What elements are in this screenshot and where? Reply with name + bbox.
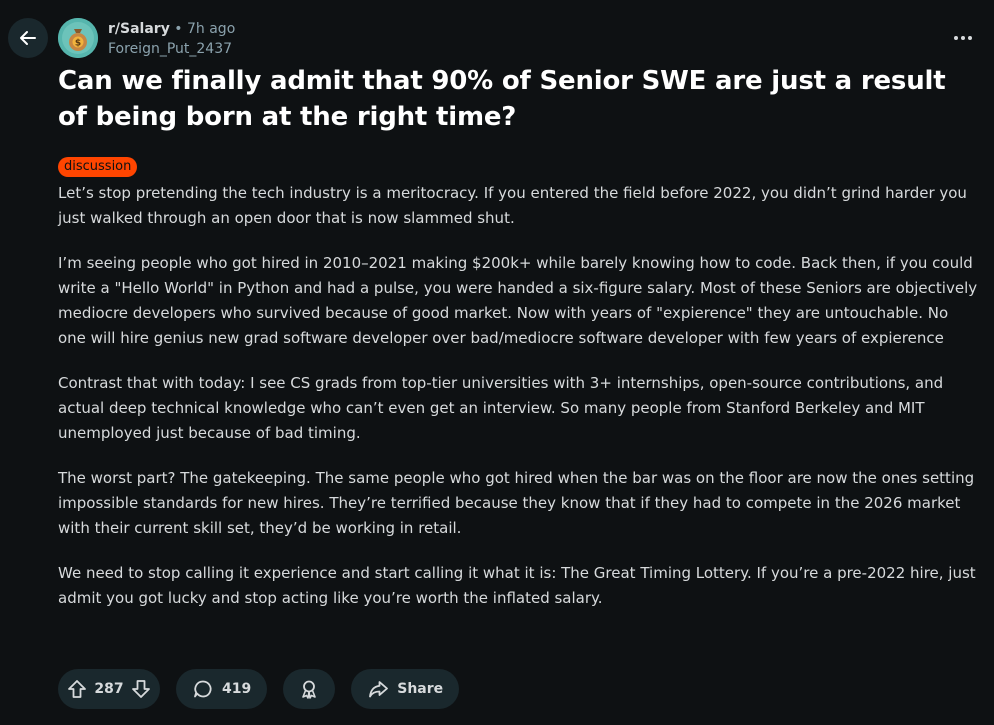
share-arrow-icon [369, 681, 389, 698]
subreddit-name[interactable]: r/Salary [108, 21, 170, 37]
post-actions: 287 419 Share [58, 669, 460, 709]
post-flair[interactable]: discussion [58, 157, 138, 177]
svg-text:$: $ [75, 39, 81, 49]
vote-count: 287 [94, 681, 124, 697]
downvote-button[interactable] [130, 678, 152, 700]
post-paragraph: We need to stop calling it experience an… [58, 564, 976, 607]
comment-count: 419 [222, 681, 252, 697]
speech-bubble-icon [194, 680, 212, 698]
downvote-arrow-icon [132, 680, 150, 698]
post-meta: r/Salary • 7h ago Foreign_Put_2437 [108, 19, 235, 59]
money-bag-icon: $ [58, 18, 98, 58]
post-paragraph: Contrast that with today: I see CS grads… [58, 374, 944, 442]
post-title: Can we finally admit that 90% of Senior … [58, 66, 946, 132]
award-ribbon-icon [302, 680, 317, 699]
comments-button[interactable]: 419 [176, 669, 268, 709]
post-paragraph: Let’s stop pretending the tech industry … [58, 184, 967, 227]
ellipsis-icon [954, 36, 972, 40]
vote-control: 287 [58, 669, 160, 709]
back-button[interactable] [8, 18, 48, 58]
author-name[interactable]: Foreign_Put_2437 [108, 39, 235, 59]
post-paragraph: I’m seeing people who got hired in 2010–… [58, 254, 978, 347]
separator-dot: • [174, 21, 183, 37]
award-button[interactable] [283, 669, 336, 709]
subreddit-avatar[interactable]: $ [58, 18, 98, 58]
post-body: Let’s stop pretending the tech industry … [58, 181, 978, 631]
post-time: 7h ago [187, 21, 236, 37]
more-options-button[interactable] [946, 26, 980, 50]
upvote-button[interactable] [66, 678, 88, 700]
share-label: Share [397, 681, 444, 697]
post-paragraph: The worst part? The gatekeeping. The sam… [58, 469, 975, 537]
post-page: $ r/Salary • 7h ago Foreign_Put_2437 Can… [0, 0, 994, 725]
arrow-left-icon [20, 31, 36, 45]
upvote-arrow-icon [68, 680, 86, 698]
share-button[interactable]: Share [351, 669, 460, 709]
